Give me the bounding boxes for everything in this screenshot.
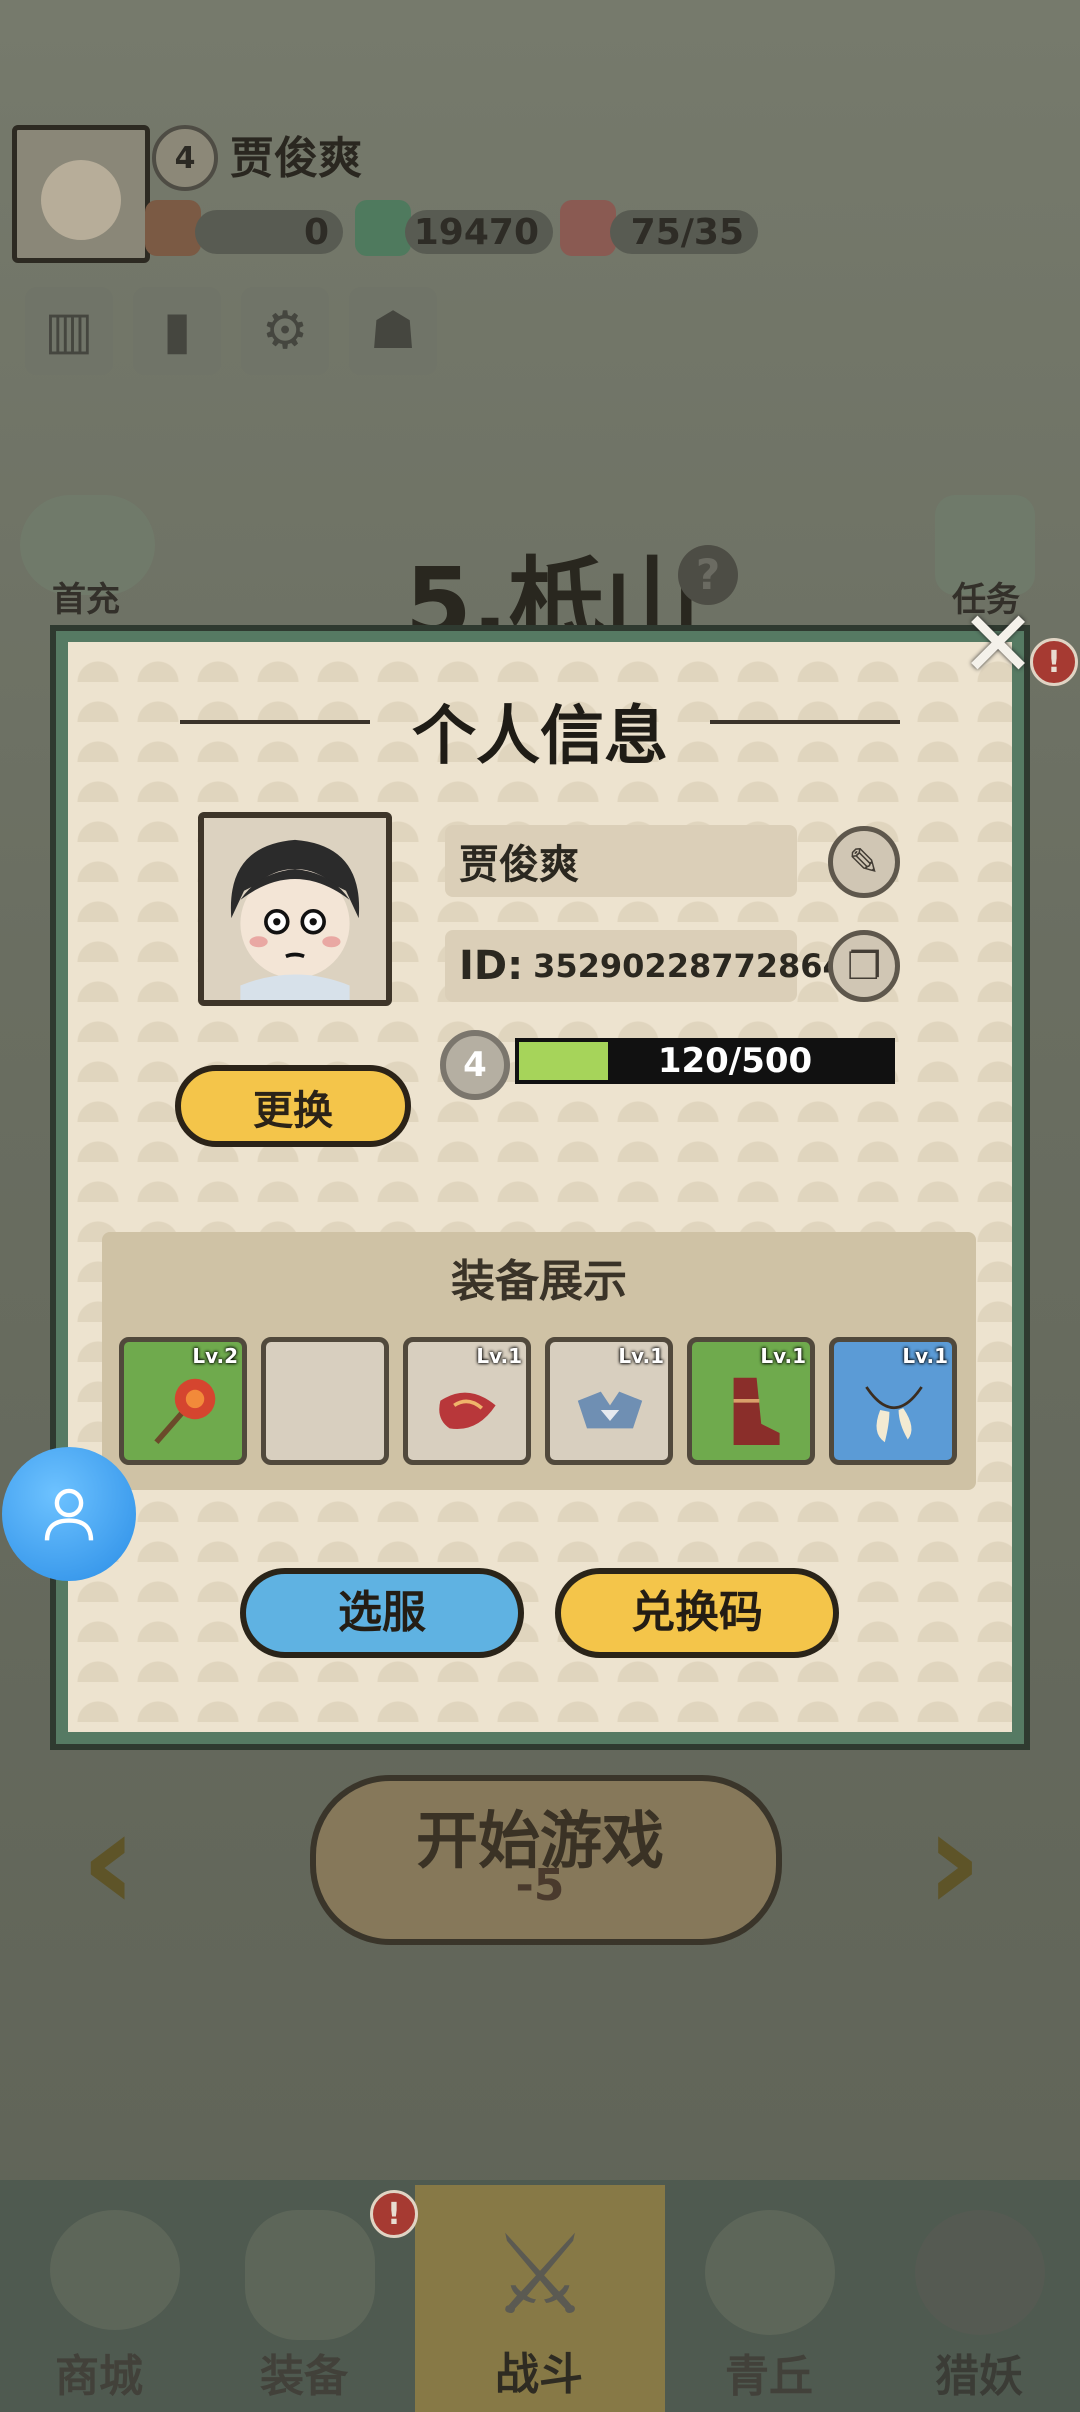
mountain-icon — [705, 2210, 835, 2335]
equipment-title: 装备展示 — [451, 1256, 627, 1307]
gift-icon[interactable] — [145, 200, 201, 256]
tab-battle-label: 战斗 — [495, 2349, 583, 2400]
card-icon[interactable]: ▥ — [25, 287, 113, 375]
player-id-field: ID: 352902287728640 — [445, 930, 867, 1002]
change-avatar-button[interactable]: 更换 — [175, 1065, 411, 1147]
close-icon[interactable]: ✕ — [958, 599, 1038, 691]
gift-count: 0 — [195, 210, 343, 254]
player-level-badge: 4 — [152, 125, 218, 191]
copy-id-icon[interactable]: ❐ — [828, 930, 900, 1002]
next-stage-arrow-icon[interactable]: › — [925, 1780, 983, 1943]
edit-name-brush-icon[interactable]: ✎ — [828, 826, 900, 898]
equip-slot-armor[interactable]: Lv.1 — [545, 1337, 673, 1465]
profile-modal-body — [68, 642, 1012, 1732]
stamina-count: 75/35 — [610, 210, 758, 254]
equip-slot-boots[interactable]: Lv.1 — [687, 1337, 815, 1465]
tab-shop[interactable]: 商城 — [10, 2190, 210, 2412]
ranking-icon[interactable]: ▮ — [133, 287, 221, 375]
first-recharge-label: 首充 — [52, 580, 120, 620]
tooth-necklace-icon — [865, 1386, 923, 1443]
peach-stamina-icon[interactable] — [560, 200, 616, 256]
player-avatar[interactable] — [12, 125, 150, 263]
player-id-label: ID: — [459, 943, 524, 989]
crossed-swords-icon: ⚔ — [490, 2211, 590, 2339]
player-id-value: 352902287728640 — [533, 947, 868, 985]
tab-hunt[interactable]: 猎妖 — [880, 2190, 1080, 2412]
tab-qingqiu-label: 青丘 — [725, 2351, 813, 2402]
equip-slot-empty[interactable] — [261, 1337, 389, 1465]
user-icon — [44, 1488, 94, 1541]
equip-slot-necklace[interactable]: Lv.1 — [829, 1337, 957, 1465]
level-badge: 4 — [440, 1030, 510, 1100]
player-name-field: 贾俊爽 — [445, 825, 797, 897]
tab-shop-label: 商城 — [55, 2351, 143, 2402]
title-ornament-right — [710, 720, 900, 724]
tab-equipment-label: 装备 — [260, 2351, 348, 2402]
shop-icon — [50, 2210, 180, 2330]
friends-icon[interactable]: ☗ — [349, 287, 437, 375]
equip-slot-scarf[interactable]: Lv.1 — [403, 1337, 531, 1465]
red-scarf-icon — [439, 1392, 496, 1430]
prev-stage-arrow-icon[interactable]: ‹ — [80, 1780, 138, 1943]
select-server-button[interactable]: 选服 — [240, 1568, 524, 1658]
armor-vest-icon — [577, 1391, 643, 1429]
equipment-alert-badge: ! — [370, 2190, 418, 2238]
helmet-icon — [245, 2210, 375, 2340]
tab-qingqiu[interactable]: 青丘 — [670, 2190, 870, 2412]
profile-avatar[interactable] — [198, 812, 392, 1006]
equip-slot-weapon[interactable]: Lv.2 — [119, 1337, 247, 1465]
xp-text: 120/500 — [657, 1041, 813, 1081]
tab-battle[interactable]: ⚔ 战斗 — [440, 2190, 640, 2412]
start-game-cost: -5 — [515, 1860, 565, 1911]
settings-gear-icon[interactable]: ⚙ — [241, 287, 329, 375]
orb-icon — [915, 2210, 1045, 2335]
jade-icon[interactable] — [355, 200, 411, 256]
alert-badge: ! — [1030, 638, 1078, 686]
tab-hunt-label: 猎妖 — [935, 2351, 1023, 2402]
player-name: 贾俊爽 — [230, 133, 362, 184]
character-portrait-icon — [204, 818, 386, 1000]
jade-count: 19470 — [405, 210, 553, 254]
xp-progress-bar: 120/500 — [515, 1038, 895, 1084]
red-flower-staff-icon — [154, 1378, 216, 1445]
modal-title: 个人信息 — [412, 700, 668, 774]
user-assistant-button[interactable] — [2, 1447, 136, 1581]
red-boots-icon — [733, 1377, 780, 1445]
stage-help-icon[interactable]: ? — [678, 545, 738, 605]
redeem-code-button[interactable]: 兑换码 — [555, 1568, 839, 1658]
tab-equipment[interactable]: 装备 ! — [215, 2190, 418, 2412]
